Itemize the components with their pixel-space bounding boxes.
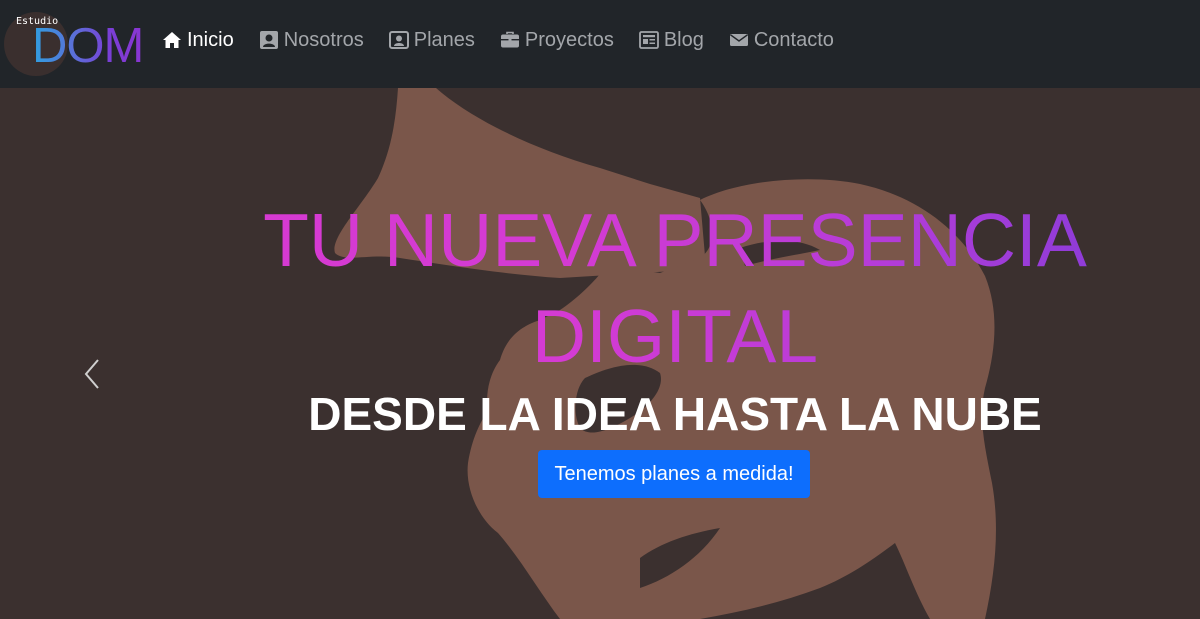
nav-item-label: Nosotros (283, 28, 364, 51)
nav-item-label: Contacto (753, 28, 834, 51)
plans-cta-button[interactable]: Tenemos planes a medida! (538, 450, 810, 498)
brand-logo-text: DOM (32, 19, 144, 73)
envelope-icon (729, 30, 749, 50)
newspaper-icon (638, 30, 659, 50)
nav-item-inicio[interactable]: Inicio (162, 27, 234, 53)
main-navbar: Estudio DOM Inicio Nosotros Planes Pro (0, 0, 1200, 88)
hero-title: TU NUEVA PRESENCIA DIGITAL (150, 192, 1200, 384)
nav-item-planes[interactable]: Planes (388, 27, 475, 53)
nav-item-proyectos[interactable]: Proyectos (500, 27, 614, 53)
chevron-left-icon (84, 359, 99, 389)
nav-item-label: Blog (663, 28, 704, 51)
hero-subtitle: DESDE LA IDEA HASTA LA NUBE (308, 388, 1042, 440)
user-icon (259, 30, 279, 50)
hero-carousel: TU NUEVA PRESENCIA DIGITAL DESDE LA IDEA… (0, 88, 1200, 619)
brand-logo[interactable]: Estudio DOM (4, 12, 144, 76)
nav-item-blog[interactable]: Blog (638, 27, 704, 53)
nav-item-label: Planes (413, 28, 475, 51)
nav-item-nosotros[interactable]: Nosotros (259, 27, 364, 53)
briefcase-icon (500, 30, 520, 50)
nav-item-contacto[interactable]: Contacto (729, 27, 834, 53)
home-icon (162, 30, 182, 50)
nav-item-label: Proyectos (524, 28, 614, 51)
person-badge-icon (388, 30, 409, 50)
carousel-prev-button[interactable] (78, 356, 108, 392)
nav-item-label: Inicio (187, 28, 234, 51)
nav-links: Inicio Nosotros Planes Proyectos Blog Co… (162, 27, 859, 53)
